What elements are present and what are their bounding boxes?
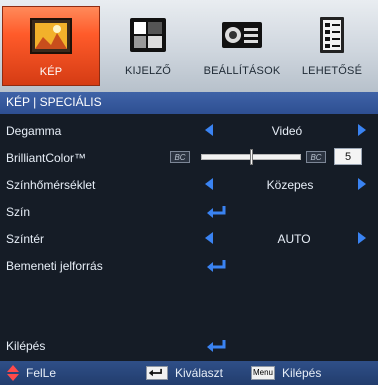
tab-label: KÉP [39,66,63,78]
arrow-left-icon[interactable] [205,124,213,136]
arrow-right-icon[interactable] [358,124,366,136]
footer-select-label: Kiválaszt [175,366,224,380]
footer-nav-label: FelLe [26,366,57,380]
tab-kep[interactable]: KÉP [2,6,100,86]
enter-key-icon [146,366,168,380]
slider-knob[interactable] [250,149,253,165]
up-down-arrow-icon [7,365,19,381]
options-icon [320,17,344,53]
osd-menu: KÉP KIJELZŐ BEÁLLÍTÁSOK LEHETŐSÉ KÉP | S… [0,0,378,385]
arrow-right-icon[interactable] [358,178,366,190]
enter-icon[interactable] [206,259,228,273]
szinhomerseklet-value: Közepes [266,178,314,192]
enter-icon[interactable] [206,205,228,219]
brilliantcolor-label: BrilliantColor™ [6,151,87,165]
arrow-left-icon[interactable] [205,178,213,190]
arrow-left-icon[interactable] [205,232,213,244]
footer-exit-label: Kilépés [282,366,322,380]
tab-bar: KÉP KIJELZŐ BEÁLLÍTÁSOK LEHETŐSÉ [0,0,378,92]
tab-lehetosegek[interactable]: LEHETŐSÉ [288,6,376,86]
display-icon [130,18,166,52]
szinhomerseklet-label: Színhőmérséklet [6,178,96,192]
arrow-right-icon[interactable] [358,232,366,244]
degamma-label: Degamma [6,124,62,138]
brilliantcolor-min-icon: BC [170,151,190,163]
szin-label: Szín [6,205,31,219]
kilepes-label[interactable]: Kilépés [6,339,45,353]
brilliantcolor-max-icon: BC [306,151,326,163]
tab-label: BEÁLLÍTÁSOK [203,65,281,77]
bemeneti-jelforras-label: Bemeneti jelforrás [6,259,103,273]
footer-bar: FelLe Kiválaszt Menu Kilépés [0,361,378,385]
tab-label: LEHETŐSÉ [301,65,363,77]
tab-label: KIJELZŐ [124,65,172,77]
picture-icon [30,18,72,54]
projector-icon [222,22,262,48]
section-header: KÉP | SPECIÁLIS [0,92,378,114]
degamma-value: Videó [271,124,303,138]
brilliantcolor-value: 5 [334,148,362,165]
menu-key-icon: Menu [251,366,275,380]
section-title: KÉP | SPECIÁLIS [6,95,102,109]
szinter-value: AUTO [277,232,311,246]
szinter-label: Színtér [6,232,45,246]
tab-kijelzo[interactable]: KIJELZŐ [100,6,196,86]
enter-icon[interactable] [206,339,228,353]
tab-beallitasok[interactable]: BEÁLLÍTÁSOK [196,6,288,86]
